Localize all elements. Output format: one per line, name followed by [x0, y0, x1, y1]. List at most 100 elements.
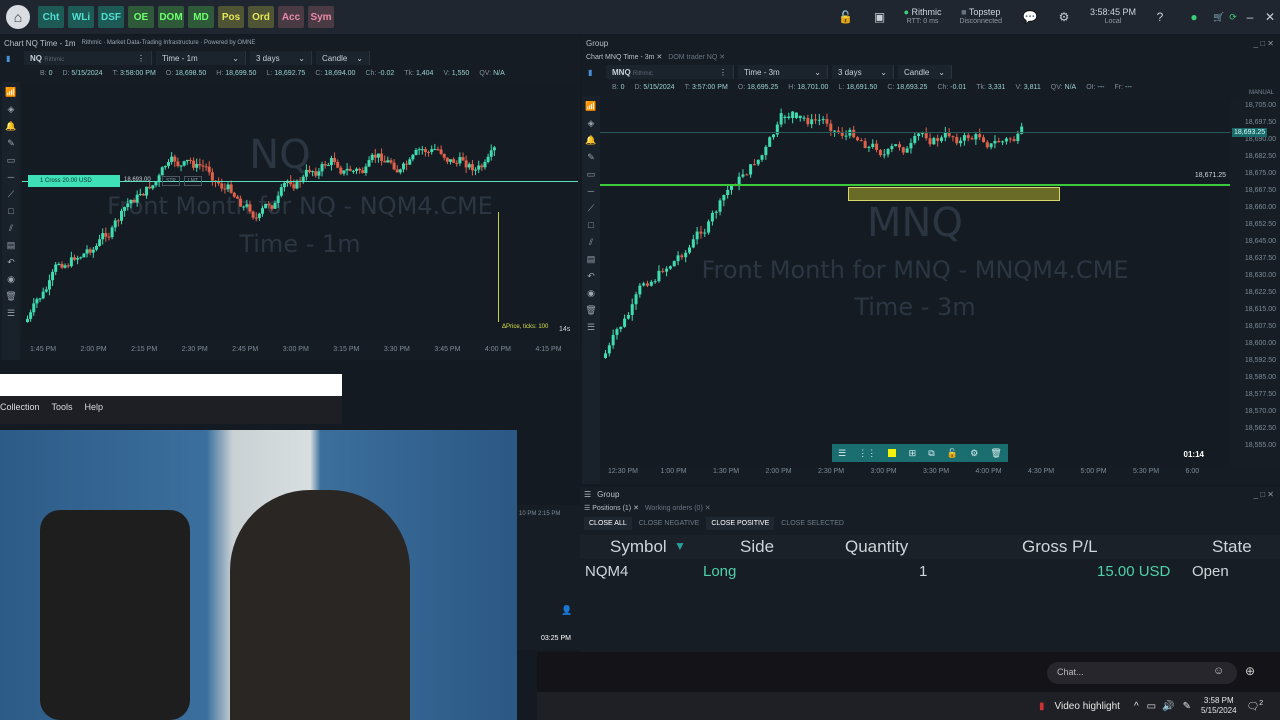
undo-icon[interactable]: ↶	[5, 256, 17, 268]
menu-help[interactable]: Help	[85, 402, 104, 412]
gear-icon[interactable]: ⚙	[970, 448, 978, 459]
minimize-icon[interactable]: –	[1240, 10, 1260, 24]
copy-icon[interactable]: ⧉	[928, 448, 934, 459]
toolbar-button-dom[interactable]: DOM	[158, 6, 184, 28]
toolbar-button-acc[interactable]: Acc	[278, 6, 304, 28]
filter-icon[interactable]: ▼	[674, 539, 686, 553]
style-select[interactable]: Candle ⌄	[898, 65, 952, 79]
trendline-icon[interactable]: ⟋	[585, 202, 597, 214]
emoji-icon[interactable]: ☺	[1213, 665, 1224, 677]
menu-collection[interactable]: Collection	[0, 402, 40, 412]
col-quantity[interactable]: Quantity	[845, 537, 908, 557]
video-highlight[interactable]: Video highlight	[1055, 701, 1120, 712]
left-chart-canvas[interactable]: NQ Front Month for NQ - NQM4.CME Time - …	[22, 82, 578, 342]
chat-input[interactable]: Chat...	[1047, 662, 1237, 684]
channel-icon[interactable]: ⫽	[5, 222, 17, 234]
range-select[interactable]: 3 days ⌄	[250, 51, 312, 65]
table-row[interactable]: NQM4 Long 1 15.00 USD Open	[580, 561, 1280, 583]
channel-icon[interactable]: ⫽	[585, 236, 597, 248]
trendline-icon[interactable]: ⟋	[5, 188, 17, 200]
alert-icon[interactable]: 🔔	[5, 120, 17, 132]
eye-icon[interactable]: ◉	[585, 287, 597, 299]
hline-icon[interactable]: ─	[5, 171, 17, 183]
add-icon[interactable]: ⊞	[909, 448, 917, 459]
network-icon[interactable]: ▭	[1147, 701, 1156, 712]
close-icon[interactable]: ✕	[1260, 10, 1280, 24]
toolbar-button-ord[interactable]: Ord	[248, 6, 274, 28]
toolbar-button-pos[interactable]: Pos	[218, 6, 244, 28]
col-symbol[interactable]: Symbol	[610, 537, 667, 557]
tab-working-orders[interactable]: Working orders (0) ✕	[645, 504, 711, 512]
lock-icon[interactable]: 🔓	[836, 10, 856, 24]
toolbar-button-wli[interactable]: WLi	[68, 6, 94, 28]
messages-icon[interactable]: 💬	[1020, 10, 1040, 24]
tab-dom-trader[interactable]: DOM trader NQ ✕	[668, 53, 725, 61]
ruler-icon[interactable]: ▭	[5, 154, 17, 166]
rectangle-icon[interactable]: □	[5, 205, 17, 217]
tray-chevron-icon[interactable]: ^	[1134, 701, 1139, 712]
menu-icon[interactable]: ☰	[584, 490, 591, 499]
color-swatch[interactable]	[888, 449, 897, 457]
timeframe-select[interactable]: Time - 3m ⌄	[738, 65, 828, 79]
trash-icon[interactable]: 🗑	[990, 448, 1001, 459]
undo-icon[interactable]: ↶	[585, 270, 597, 282]
lmt-button[interactable]: LMT	[184, 176, 202, 186]
lock-icon[interactable]: 🔓	[947, 448, 958, 459]
list-icon[interactable]: ☰	[585, 321, 597, 333]
menu-tools[interactable]: Tools	[52, 402, 73, 412]
layers-icon[interactable]: ◈	[585, 117, 597, 129]
rectangle-icon[interactable]: □	[585, 219, 597, 231]
range-select[interactable]: 3 days ⌄	[832, 65, 894, 79]
close-negative-button[interactable]: CLOSE NEGATIVE	[634, 517, 705, 530]
trash-icon[interactable]: 🗑	[585, 304, 597, 316]
timeframe-select[interactable]: Time - 1m ⌄	[156, 51, 246, 65]
close-all-button[interactable]: CLOSE ALL	[584, 517, 632, 530]
nba-icon[interactable]: ▮	[1039, 701, 1045, 712]
layers-icon[interactable]: ◈	[5, 103, 17, 115]
eye-icon[interactable]: ◉	[5, 273, 17, 285]
alert-icon[interactable]: 🔔	[585, 134, 597, 146]
list-icon[interactable]: ☰	[5, 307, 17, 319]
indicator-icon[interactable]: 📶	[585, 100, 597, 112]
template-icon[interactable]: ▤	[585, 253, 597, 265]
col-gross-pl[interactable]: Gross P/L	[1022, 537, 1098, 557]
toolbar-button-md[interactable]: MD	[188, 6, 214, 28]
close-positive-button[interactable]: CLOSE POSITIVE	[706, 517, 775, 530]
notifications-icon[interactable]: 🗨2	[1247, 700, 1264, 712]
menu-icon[interactable]: ☰	[838, 448, 846, 459]
col-state[interactable]: State	[1212, 537, 1252, 557]
right-chart-canvas[interactable]: MNQ Front Month for MNQ - MNQM4.CME Time…	[600, 98, 1230, 466]
draw-icon[interactable]: ✎	[585, 151, 597, 163]
symbol-selector[interactable]: NQ Rithmic ⋮	[24, 51, 152, 65]
gear-icon[interactable]: ⚙	[1054, 10, 1074, 24]
user-icon[interactable]: ●	[1184, 10, 1204, 24]
window-controls[interactable]: _ □ ✕	[1254, 490, 1274, 499]
indicator-icon[interactable]: 📶	[5, 86, 17, 98]
tab-chart-mnq[interactable]: Chart MNQ Time - 3m ✕	[586, 53, 662, 61]
add-icon[interactable]: ⊕	[1245, 664, 1255, 678]
topstep-status[interactable]: ■ Topstep Disconnected	[960, 7, 1002, 27]
app-logo-icon[interactable]: ⌂	[6, 5, 30, 29]
tab-positions[interactable]: ☰ Positions (1) ✕	[584, 504, 639, 512]
trash-icon[interactable]: 🗑	[5, 290, 17, 302]
window-controls[interactable]: _ □ ✕	[1254, 39, 1274, 48]
toolbar-button-oe[interactable]: OE	[128, 6, 154, 28]
layout-icon[interactable]: ▣	[870, 10, 890, 24]
ruler-icon[interactable]: ▭	[585, 168, 597, 180]
pen-icon[interactable]: ✎	[1183, 701, 1191, 712]
list-icon[interactable]: ⋮⋮	[858, 448, 876, 459]
price-axis[interactable]: 18,705.00 18,697.50 18,690.00 18,682.50 18,6…	[1230, 98, 1280, 466]
symbol-selector[interactable]: MNQ Rithmic ⋮	[606, 65, 734, 79]
panel-toggle-icon[interactable]: ▮	[6, 54, 20, 63]
draw-icon[interactable]: ✎	[5, 137, 17, 149]
help-icon[interactable]: ?	[1150, 10, 1170, 24]
col-side[interactable]: Side	[740, 537, 774, 557]
toolbar-button-dsf[interactable]: DSF	[98, 6, 124, 28]
cart-icon[interactable]: 🛒	[1212, 12, 1226, 23]
horizontal-line-green[interactable]	[600, 184, 1230, 186]
order-tag[interactable]: 1 Cross 20.00 USD	[28, 175, 120, 187]
hline-icon[interactable]: ─	[585, 185, 597, 197]
volume-icon[interactable]: 🔊	[1162, 701, 1174, 712]
rithmic-status[interactable]: ● Rithmic RTT: 0 ms	[904, 7, 942, 27]
refresh-icon[interactable]: ⟳	[1226, 12, 1240, 23]
